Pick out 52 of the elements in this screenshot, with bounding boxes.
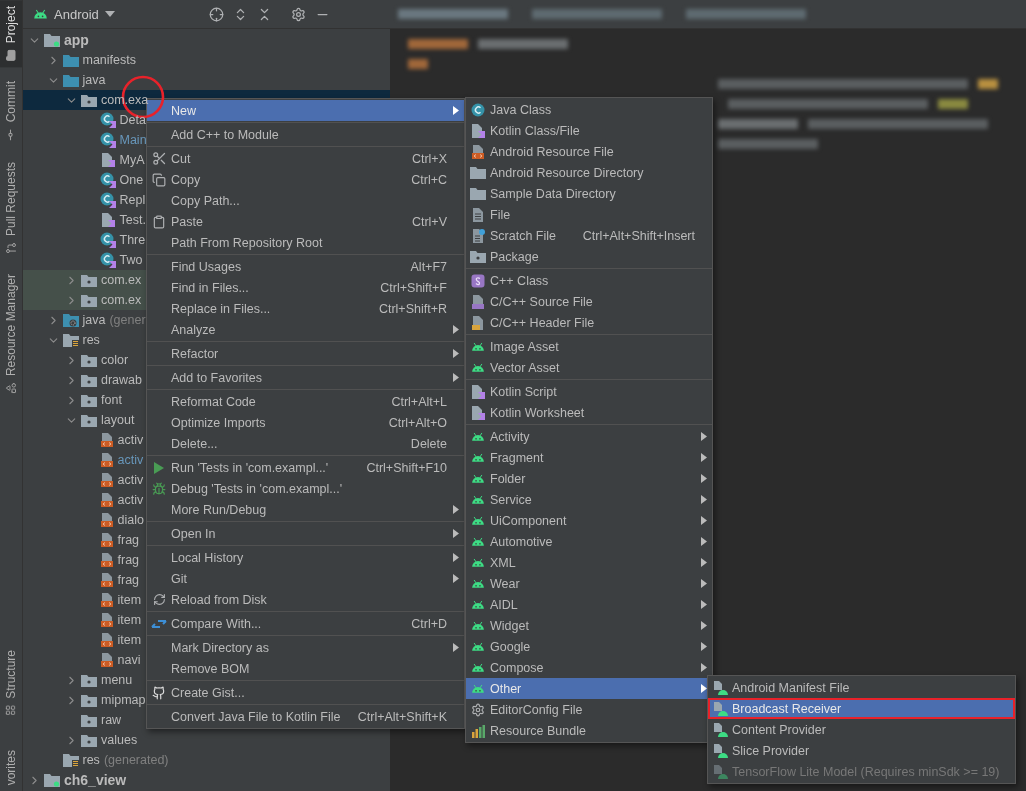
- item-label: raw: [101, 713, 122, 727]
- item-label: res: [82, 753, 100, 767]
- item-label: frag: [117, 573, 140, 587]
- item-label: menu: [101, 673, 133, 687]
- shortcut-text: Delete: [409, 436, 447, 451]
- item-label: res: [82, 333, 100, 347]
- item-label: MyA: [119, 153, 145, 167]
- shortcut-text: Ctrl+Alt+O: [387, 415, 447, 430]
- item-label: manifests: [82, 53, 136, 67]
- item-label: dialo: [117, 513, 144, 527]
- item-label: activ: [117, 433, 144, 447]
- item-label: values: [101, 733, 138, 747]
- shortcut-text: Ctrl+X: [410, 151, 447, 166]
- item-label: color: [101, 353, 129, 367]
- item-label: drawab: [101, 373, 142, 387]
- item-label: ch6_view: [64, 772, 127, 788]
- item-label: frag: [117, 533, 140, 547]
- item-label: Thre: [119, 233, 146, 247]
- item-label: Repl: [119, 193, 146, 207]
- shortcut-text: Ctrl+V: [410, 214, 447, 229]
- item-label: activ: [117, 473, 144, 487]
- item-label: item: [117, 633, 142, 647]
- shortcut-text: Ctrl+Shift+R: [377, 301, 447, 316]
- item-note: (gener: [109, 313, 146, 327]
- shortcut-text: Ctrl+C: [410, 172, 447, 187]
- item-label: mipmap: [101, 693, 146, 707]
- item-label: Two: [119, 253, 143, 267]
- item-label: activ: [117, 493, 144, 507]
- item-label: navi: [117, 653, 141, 667]
- item-note: (generated): [103, 753, 169, 767]
- item-label: font: [101, 393, 122, 407]
- item-label: Deta: [119, 113, 146, 127]
- item-label: app: [64, 32, 89, 48]
- shortcut-text: Ctrl+Shift+F10: [365, 460, 447, 475]
- shortcut-text: Ctrl+Shift+F: [379, 280, 447, 295]
- item-label: Main: [119, 133, 147, 147]
- item-label: java: [82, 73, 106, 87]
- item-label: frag: [117, 553, 140, 567]
- shortcut-text: Ctrl+Alt+L: [390, 394, 447, 409]
- shortcut-text: Ctrl+Alt+Shift+Insert: [581, 228, 695, 243]
- item-label: item: [117, 613, 142, 627]
- item-label: com.ex: [101, 293, 142, 307]
- shortcut-text: Ctrl+D: [410, 616, 447, 631]
- item-label: One: [119, 173, 144, 187]
- item-label: item: [117, 593, 142, 607]
- item-label: com.ex: [101, 273, 142, 287]
- item-label: Test.: [119, 213, 146, 227]
- shortcut-text: Ctrl+Alt+Shift+K: [356, 709, 447, 724]
- item-label: layout: [101, 413, 135, 427]
- item-label: java: [82, 313, 106, 327]
- item-label: activ: [117, 453, 144, 467]
- shortcut-text: Alt+F7: [409, 259, 447, 274]
